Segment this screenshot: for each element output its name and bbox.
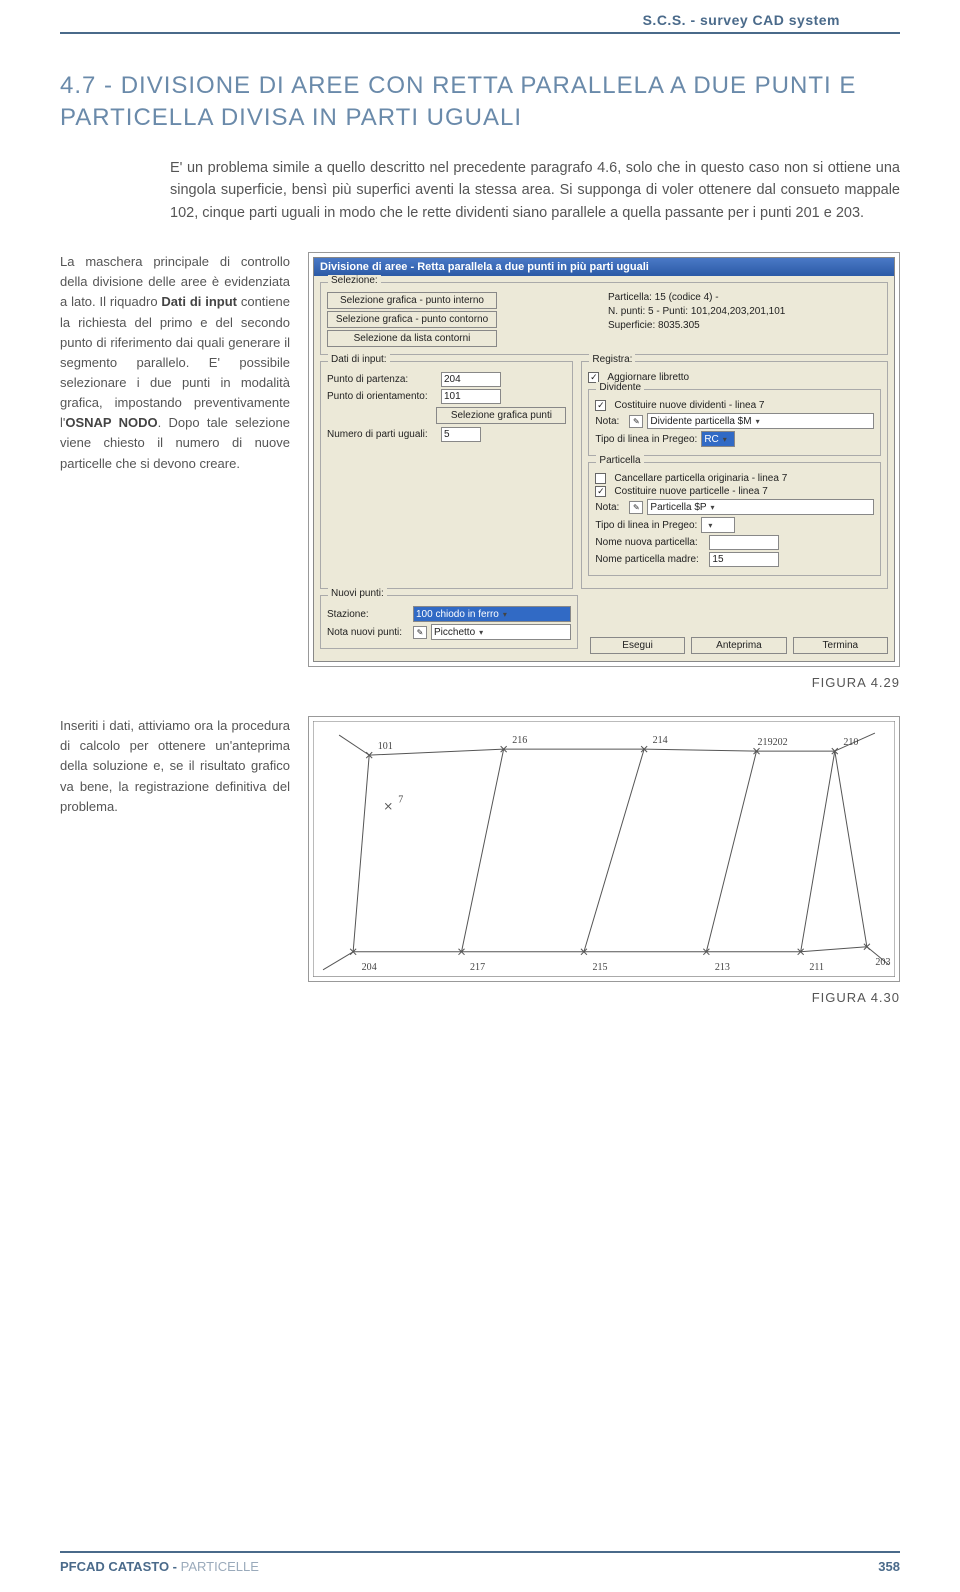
header-brand: S.C.S. - survey CAD system [60, 0, 900, 34]
btn-anteprima[interactable]: Anteprima [691, 637, 786, 654]
svg-text:101: 101 [378, 741, 393, 752]
lbl-nparti: Numero di parti uguali: [327, 429, 437, 440]
btn-sel-contorno[interactable]: Selezione grafica - punto contorno [327, 311, 497, 328]
inp-partenza[interactable]: 204 [441, 372, 501, 387]
btn-esegui[interactable]: Esegui [590, 637, 685, 654]
p1c: contiene la richiesta del primo e del se… [60, 294, 290, 430]
lbl-stazione: Stazione: [327, 609, 409, 620]
svg-text:7: 7 [398, 794, 403, 805]
inp-nome[interactable] [709, 535, 779, 550]
svg-text:217: 217 [470, 962, 485, 973]
dialog: Divisione di aree - Retta parallela a du… [313, 257, 895, 662]
legend-nuovi: Nuovi punti: [328, 588, 387, 599]
lbl-nota1: Nota: [595, 416, 625, 427]
svg-text:213: 213 [715, 962, 730, 973]
icon-nota-nuovi[interactable]: ✎ [413, 626, 427, 639]
lbl-partenza: Punto di partenza: [327, 374, 437, 385]
chk-canc[interactable] [595, 473, 606, 484]
group-dati-input: Dati di input: Punto di partenza:204 Pun… [320, 361, 573, 589]
svg-text:204: 204 [362, 962, 377, 973]
sel-tipo1[interactable]: RC [701, 431, 735, 447]
icon-nota2[interactable]: ✎ [629, 501, 643, 514]
legend-particella: Particella [596, 455, 643, 466]
legend-registra: Registra: [589, 354, 635, 365]
p1d: OSNAP NODO [65, 415, 157, 430]
legend-dividente: Dividente [596, 382, 644, 393]
row-fig2: Inseriti i dati, attiviamo ora la proced… [60, 716, 900, 1005]
lbl-cost-part: Costituire nuove particelle - linea 7 [614, 486, 767, 497]
btn-sel-interno[interactable]: Selezione grafica - punto interno [327, 292, 497, 309]
svg-text:215: 215 [592, 962, 607, 973]
lbl-cost-div: Costituire nuove dividenti - linea 7 [614, 400, 764, 411]
inp-orient[interactable]: 101 [441, 389, 501, 404]
footer-left: PFCAD CATASTO - PARTICELLE [60, 1559, 259, 1574]
inp-nparti[interactable]: 5 [441, 427, 481, 442]
desc-fig2: Inseriti i dati, attiviamo ora la proced… [60, 716, 290, 1005]
dialog-title: Divisione di aree - Retta parallela a du… [314, 258, 894, 276]
sub-dividente: Dividente ✓Costituire nuove dividenti - … [588, 389, 881, 456]
row-fig1: La maschera principale di controllo dell… [60, 252, 900, 690]
svg-text:210: 210 [843, 737, 858, 748]
sel-nota2[interactable]: Particella $P [647, 499, 874, 515]
fig1-caption: FIGURA 4.29 [812, 675, 900, 690]
svg-text:211: 211 [809, 962, 824, 973]
svg-text:216: 216 [512, 735, 527, 746]
fig1-col: Divisione di aree - Retta parallela a du… [308, 252, 900, 690]
chk-cost-part[interactable]: ✓ [595, 486, 606, 497]
dialog-body: Selezione: Selezione grafica - punto int… [314, 276, 894, 661]
cad-drawing: 101 216 214 219202 210 204 217 215 213 211 203 7 [308, 716, 900, 982]
legend-dati: Dati di input: [328, 354, 390, 365]
txt-superficie: Superficie: 8035.305 [608, 319, 881, 333]
group-nuovi-punti: Nuovi punti: Stazione:100 chiodo in ferr… [320, 595, 578, 649]
lbl-canc: Cancellare particella originaria - linea… [614, 473, 787, 484]
inp-madre[interactable]: 15 [709, 552, 779, 567]
lbl-orient: Punto di orientamento: [327, 391, 437, 402]
fig2-col: 101 216 214 219202 210 204 217 215 213 211 203 7 FI… [308, 716, 900, 1005]
sel-nota1[interactable]: Dividente particella $M [647, 413, 874, 429]
intro-paragraph: E' un problema simile a quello descritto… [170, 157, 900, 224]
lbl-nota-nuovi: Nota nuovi punti: [327, 627, 409, 638]
chk-cost-div[interactable]: ✓ [595, 400, 606, 411]
lbl-tipo2: Tipo di linea in Pregeo: [595, 520, 697, 531]
doc-title: 4.7 - DIVISIONE DI AREE CON RETTA PARALL… [60, 70, 900, 135]
svg-text:219202: 219202 [758, 737, 788, 748]
group-selezione: Selezione: Selezione grafica - punto int… [320, 282, 888, 355]
btn-sel-lista[interactable]: Selezione da lista contorni [327, 330, 497, 347]
p1b: Dati di input [161, 294, 237, 309]
lbl-nota2: Nota: [595, 502, 625, 513]
lbl-madre: Nome particella madre: [595, 554, 705, 565]
btn-selezione-grafica[interactable]: Selezione grafica punti [436, 407, 566, 424]
cad-svg: 101 216 214 219202 210 204 217 215 213 211 203 7 [313, 721, 895, 977]
txt-particella: Particella: 15 (codice 4) - [608, 291, 881, 305]
desc-fig1: La maschera principale di controllo dell… [60, 252, 290, 690]
footer-product: PFCAD CATASTO - [60, 1559, 181, 1574]
footer-section: PARTICELLE [181, 1559, 259, 1574]
fig2-caption: FIGURA 4.30 [812, 990, 900, 1005]
txt-npunti: N. punti: 5 - Punti: 101,204,203,201,101 [608, 305, 881, 319]
legend-selezione: Selezione: [328, 275, 381, 286]
dialog-screenshot: Divisione di aree - Retta parallela a du… [308, 252, 900, 667]
svg-text:214: 214 [653, 735, 668, 746]
lbl-nome: Nome nuova particella: [595, 537, 705, 548]
svg-text:203: 203 [875, 957, 890, 968]
sub-particella: Particella Cancellare particella origina… [588, 462, 881, 576]
page-footer: PFCAD CATASTO - PARTICELLE 358 [0, 1551, 960, 1574]
group-registra: Registra: ✓Aggiornare libretto Dividente… [581, 361, 888, 589]
footer-page: 358 [878, 1559, 900, 1574]
btn-termina[interactable]: Termina [793, 637, 888, 654]
sel-nota-nuovi[interactable]: Picchetto [431, 624, 571, 640]
page-content: 4.7 - DIVISIONE DI AREE CON RETTA PARALL… [0, 34, 960, 1005]
lbl-tipo1: Tipo di linea in Pregeo: [595, 434, 697, 445]
sel-stazione[interactable]: 100 chiodo in ferro [413, 606, 571, 622]
icon-nota1[interactable]: ✎ [629, 415, 643, 428]
sel-tipo2[interactable] [701, 517, 735, 533]
